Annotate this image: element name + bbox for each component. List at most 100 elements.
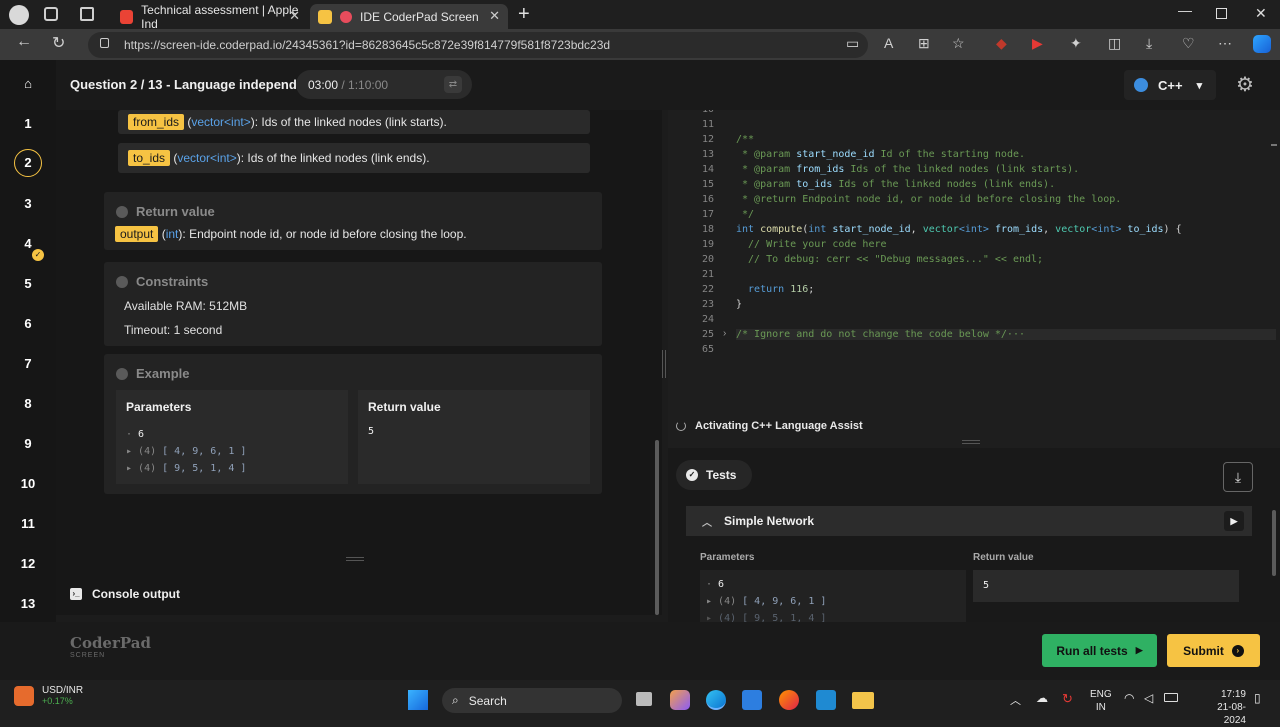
wifi-icon[interactable]: ◠ <box>1124 691 1134 705</box>
profile-avatar[interactable] <box>9 5 29 25</box>
test-params-label: Parameters <box>700 552 755 563</box>
question-header: Question 2 / 13 - Language independent 0… <box>56 60 1280 110</box>
swap-icon[interactable]: ⇄ <box>444 76 462 93</box>
windows-start-icon[interactable] <box>408 690 428 710</box>
back-icon[interactable]: ← <box>16 33 32 51</box>
question-3[interactable]: 3 <box>12 188 44 220</box>
sync-icon[interactable]: ↻ <box>1062 691 1073 707</box>
download-tests-button[interactable]: ⤓ <box>1223 462 1253 492</box>
copilot-taskbar-icon[interactable] <box>670 690 690 710</box>
question-11[interactable]: 11 <box>12 508 44 540</box>
close-window-icon[interactable]: ✕ <box>1255 5 1267 22</box>
lock-icon <box>100 38 109 48</box>
code-line: * @param from_ids Ids of the linked node… <box>736 164 1080 175</box>
test-case-simple-network[interactable]: ︿ Simple Network ▶ <box>686 506 1252 536</box>
language-label: C++ <box>1158 77 1183 93</box>
problem-statement-panel: from_ids (vector<int>): Ids of the linke… <box>56 110 662 615</box>
download-icon[interactable]: ⤓ <box>1146 35 1152 52</box>
firefox-taskbar-icon[interactable] <box>779 690 799 710</box>
question-7[interactable]: 7 <box>12 348 44 380</box>
read-aloud-icon[interactable]: A <box>884 35 893 51</box>
tab-coderpad[interactable]: IDE CoderPad Screen ✕ <box>310 4 508 29</box>
console-output-tab[interactable]: ›_ Console output <box>56 576 662 612</box>
home-icon[interactable]: ⌂ <box>12 68 44 100</box>
extension-youtube-icon[interactable]: ▶ <box>1032 35 1043 52</box>
volume-icon[interactable]: ◁ <box>1144 691 1153 705</box>
question-9[interactable]: 9 <box>12 428 44 460</box>
question-13[interactable]: 13 <box>12 588 44 620</box>
language-indicator[interactable]: ENG IN <box>1090 688 1112 714</box>
question-10[interactable]: 10 <box>12 468 44 500</box>
browser-nav-bar: ← ↻ https://screen-ide.coderpad.io/24345… <box>0 29 1280 60</box>
refresh-icon[interactable]: ↻ <box>52 33 65 53</box>
battery-icon[interactable] <box>1164 693 1178 702</box>
store-taskbar-icon[interactable] <box>742 690 762 710</box>
more-icon[interactable]: ⋯ <box>1218 35 1232 52</box>
minimize-icon[interactable]: — <box>1178 2 1192 18</box>
favorite-icon[interactable]: ☆ <box>952 35 965 52</box>
line-number: 17 <box>701 209 714 220</box>
test-return-value: 5 <box>983 580 990 591</box>
line-number: 15 <box>701 179 714 190</box>
windows-taskbar: USD/INR +0.17% ⌕ Search ︿ ☁ ↻ ENG IN ◠ ◁… <box>0 680 1280 726</box>
example-section: Example Parameters · 6 ▸ (4) [ 4, 9, 6, … <box>104 354 602 494</box>
question-2-current[interactable]: 2 <box>14 149 42 177</box>
close-tab-icon[interactable]: ✕ <box>289 8 300 24</box>
camera-icon[interactable]: ▭ <box>846 35 859 52</box>
constraint-timeout: Timeout: 1 second <box>124 323 223 337</box>
run-test-button[interactable]: ▶ <box>1224 511 1244 531</box>
browser-essentials-icon[interactable]: ♡ <box>1182 35 1195 52</box>
code-line: */ <box>736 209 755 220</box>
question-1[interactable]: 1 <box>12 108 44 140</box>
fold-chevron-icon[interactable]: › <box>723 328 726 339</box>
vscode-taskbar-icon[interactable] <box>816 690 836 710</box>
run-all-tests-button[interactable]: Run all tests ▶ <box>1042 634 1157 667</box>
address-bar[interactable]: https://screen-ide.coderpad.io/24345361?… <box>88 32 868 58</box>
coderpad-app: ⌂ 1 2 3 4 ✓ 5 6 7 8 9 10 11 12 13 Questi… <box>0 60 1280 683</box>
maximize-icon[interactable] <box>1216 8 1227 19</box>
code-line: * @param start_node_id Id of the startin… <box>736 149 1026 160</box>
vertical-resize-handle[interactable] <box>962 440 980 444</box>
tests-scrollbar[interactable] <box>1272 510 1276 576</box>
question-6[interactable]: 6 <box>12 308 44 340</box>
close-tab-icon[interactable]: ✕ <box>489 8 500 24</box>
stock-name: USD/INR <box>42 685 84 696</box>
explorer-taskbar-icon[interactable] <box>852 692 874 709</box>
editor-scrollbar[interactable] <box>1271 144 1277 146</box>
question-12[interactable]: 12 <box>12 548 44 580</box>
stock-widget[interactable]: USD/INR +0.17% <box>14 685 83 706</box>
section-title: Constraints <box>136 274 209 289</box>
coderpad-logo-sub: SCREEN <box>70 652 106 659</box>
workspaces-icon[interactable] <box>44 7 58 21</box>
copilot-icon[interactable] <box>1253 35 1271 53</box>
example-param-2: [ 4, 9, 6, 1 ] <box>162 446 247 457</box>
new-tab-icon[interactable]: + <box>518 3 530 26</box>
line-number: 21 <box>701 269 714 280</box>
tab-assessment[interactable]: Technical assessment | Apple Ind ✕ <box>112 3 308 31</box>
chevron-up-icon: ︿ <box>702 517 712 529</box>
extension-ublock-icon[interactable]: ◆ <box>996 35 1007 52</box>
language-selector[interactable]: C++ ▾ <box>1124 70 1216 100</box>
code-editor[interactable]: 10 11 12 13 14 15 16 17 18 19 20 21 22 2… <box>668 110 1280 465</box>
clock[interactable]: 17:19 21-08-2024 <box>1196 688 1246 727</box>
notification-icon[interactable]: ▯ <box>1254 691 1261 705</box>
check-circle-icon: ✓ <box>686 469 698 481</box>
cpp-icon <box>1134 78 1148 92</box>
submit-button[interactable]: Submit › <box>1167 634 1260 667</box>
test-param-2: [ 4, 9, 6, 1 ] <box>742 596 827 607</box>
app-icon[interactable]: ⊞ <box>918 35 930 52</box>
weather-icon[interactable]: ☁ <box>1036 691 1048 705</box>
taskbar-search[interactable]: ⌕ Search <box>442 688 622 713</box>
chevron-up-tray-icon[interactable]: ︿ <box>1010 692 1021 708</box>
question-8[interactable]: 8 <box>12 388 44 420</box>
tab-actions-icon[interactable] <box>80 7 94 21</box>
edge-taskbar-icon[interactable] <box>706 690 726 710</box>
pane-resize-handle[interactable] <box>662 350 666 378</box>
task-view-icon[interactable] <box>636 692 652 706</box>
settings-gear-icon[interactable]: ⚙ <box>1236 72 1254 97</box>
test-param-2-prefix: (4) <box>718 596 737 607</box>
console-divider-handle[interactable] <box>346 557 364 561</box>
split-screen-icon[interactable]: ◫ <box>1108 35 1121 52</box>
extensions-icon[interactable]: ✦ <box>1070 35 1082 52</box>
question-5[interactable]: 5 <box>12 268 44 300</box>
